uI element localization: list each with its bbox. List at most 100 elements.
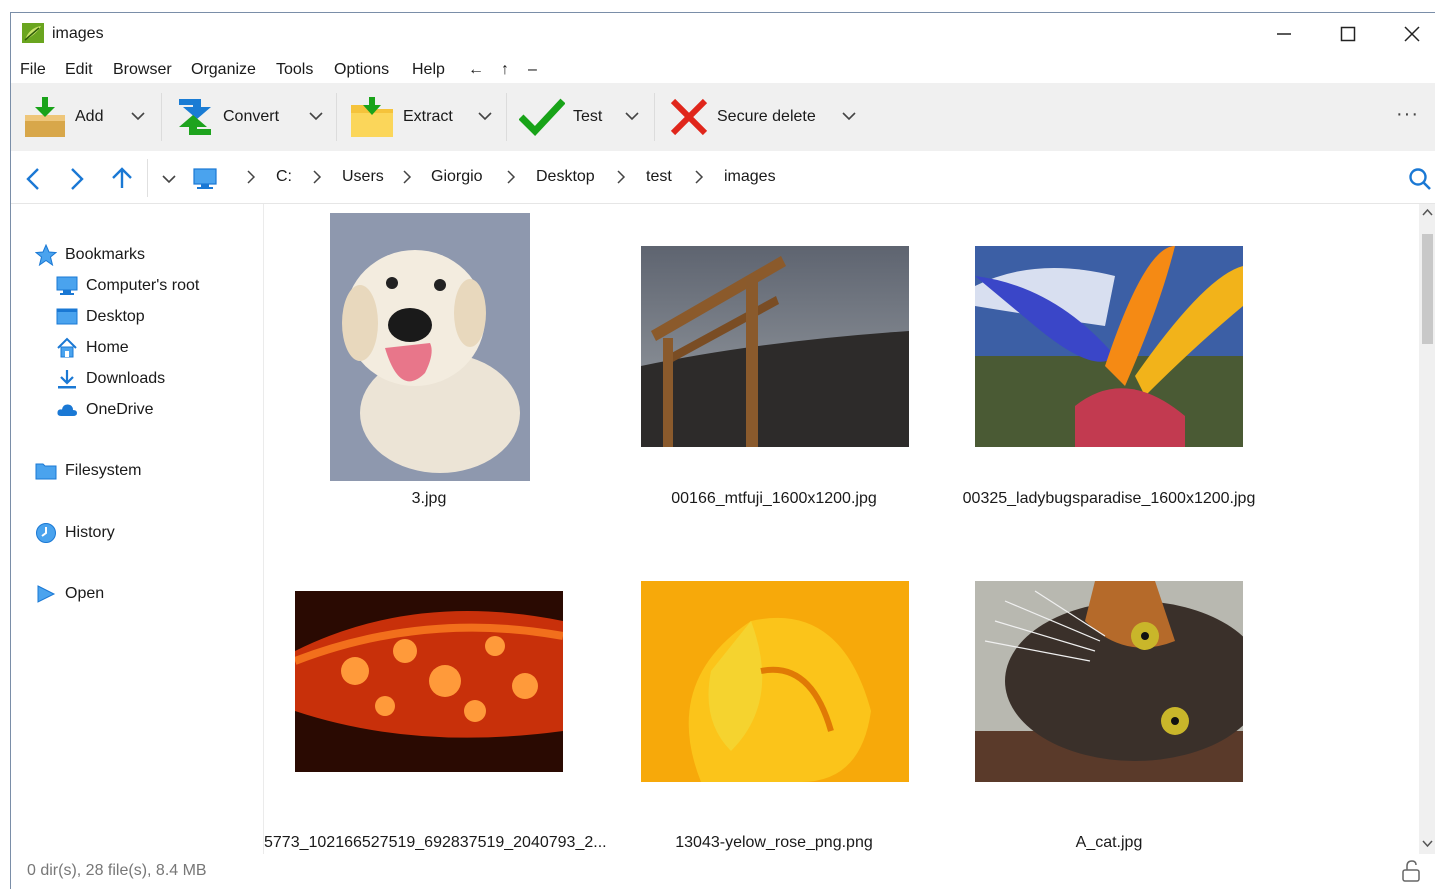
app-window: images File Edit Browser Organize Tools …	[10, 12, 1435, 890]
breadcrumb-item[interactable]: test	[646, 168, 672, 186]
extract-button[interactable]: Extract	[349, 83, 453, 151]
toolbar-separator	[161, 93, 162, 141]
thumbnail-image	[641, 581, 909, 782]
window-title: images	[52, 25, 104, 42]
menu-dash[interactable]: –	[528, 61, 537, 79]
breadcrumb-item[interactable]: images	[724, 168, 776, 186]
add-dropdown-icon[interactable]	[131, 111, 145, 121]
app-logo-icon	[22, 23, 44, 43]
vertical-scrollbar[interactable]	[1419, 204, 1435, 854]
file-name: 13043-yelow_rose_png.png	[675, 834, 873, 851]
toolbar-separator	[506, 93, 507, 141]
thumbnail-image	[330, 213, 530, 481]
more-options-button[interactable]: ···	[1396, 103, 1419, 126]
breadcrumb-separator-icon	[507, 170, 516, 184]
add-button[interactable]: Add	[23, 83, 103, 151]
scroll-up-icon[interactable]	[1422, 208, 1433, 216]
extract-label: Extract	[403, 108, 453, 125]
sidebar-label: Bookmarks	[65, 246, 146, 263]
back-arrow-icon[interactable]	[25, 167, 41, 191]
minimize-icon	[1277, 33, 1291, 35]
computer-icon[interactable]	[192, 167, 218, 191]
minimize-button[interactable]	[1252, 13, 1316, 55]
menu-edit[interactable]: Edit	[65, 61, 93, 79]
menu-back-arrow[interactable]: ←	[468, 61, 484, 79]
status-bar: 0 dir(s), 28 file(s), 8.4 MB	[11, 854, 1435, 890]
sidebar-label: OneDrive	[86, 401, 154, 418]
cloud-icon	[57, 404, 77, 416]
menu-organize[interactable]: Organize	[191, 61, 256, 79]
menu-up-arrow[interactable]: ↑	[501, 61, 509, 79]
history-dropdown-icon[interactable]	[162, 174, 176, 184]
menu-help[interactable]: Help	[412, 61, 445, 79]
delete-x-icon	[670, 98, 708, 136]
maximize-icon	[1340, 26, 1356, 42]
toolbar-separator	[654, 93, 655, 141]
breadcrumb-item[interactable]: C:	[276, 168, 292, 186]
clock-icon	[36, 523, 56, 543]
menu-file[interactable]: File	[20, 61, 46, 79]
thumbnail-image	[295, 591, 563, 772]
extract-dropdown-icon[interactable]	[478, 111, 492, 121]
sidebar-item-downloads[interactable]: Downloads	[56, 368, 165, 390]
computer-icon	[56, 276, 78, 295]
file-name: 00166_mtfuji_1600x1200.jpg	[671, 490, 877, 507]
sidebar-label: Open	[65, 585, 105, 602]
secure-delete-label: Secure delete	[717, 108, 816, 125]
address-bar: C: Users Giorgio Desktop test images	[11, 153, 1435, 204]
test-button[interactable]: Test	[519, 83, 602, 151]
sidebar-item-onedrive[interactable]: OneDrive	[56, 399, 154, 421]
sidebar-label: Desktop	[86, 308, 145, 325]
search-icon[interactable]	[1408, 167, 1432, 191]
menu-browser[interactable]: Browser	[113, 61, 172, 79]
sidebar-bookmarks[interactable]: Bookmarks	[35, 244, 145, 266]
file-grid: 3.jpg 00166_mtfuji_1600x1200.jpg 00325_l…	[264, 204, 1419, 854]
sidebar-item-home[interactable]: Home	[56, 337, 129, 359]
convert-label: Convert	[223, 108, 280, 125]
desktop-icon	[56, 308, 78, 325]
unlocked-padlock-icon[interactable]	[1401, 860, 1421, 882]
breadcrumb-separator-icon	[313, 170, 322, 184]
breadcrumb-separator-icon	[695, 170, 704, 184]
toolbar-separator	[336, 93, 337, 141]
convert-button[interactable]: Convert	[175, 83, 279, 151]
secure-delete-button[interactable]: Secure delete	[669, 83, 816, 151]
scroll-thumb[interactable]	[1422, 234, 1433, 344]
sidebar-filesystem[interactable]: Filesystem	[35, 460, 141, 482]
download-icon	[58, 370, 76, 389]
title-bar: images	[11, 13, 1435, 55]
convert-dropdown-icon[interactable]	[309, 111, 323, 121]
file-name: 5773_102166527519_692837519_2040793_2...	[264, 834, 607, 851]
sidebar-label: History	[65, 524, 115, 541]
breadcrumb-separator-icon	[247, 170, 256, 184]
breadcrumb-item[interactable]: Desktop	[536, 168, 595, 186]
sidebar-label: Computer's root	[86, 277, 200, 294]
sidebar-history[interactable]: History	[35, 522, 115, 544]
secure-delete-dropdown-icon[interactable]	[842, 111, 856, 121]
maximize-button[interactable]	[1316, 13, 1380, 55]
sidebar: Bookmarks Computer's root Desktop Home D…	[11, 204, 264, 854]
sidebar-item-computers-root[interactable]: Computer's root	[56, 275, 199, 297]
sidebar-label: Downloads	[86, 370, 166, 387]
menu-bar: File Edit Browser Organize Tools Options…	[11, 57, 1435, 83]
menu-tools[interactable]: Tools	[276, 61, 313, 79]
close-button[interactable]	[1380, 13, 1435, 55]
sidebar-label: Filesystem	[65, 462, 142, 479]
sidebar-open[interactable]: Open	[35, 583, 104, 605]
add-label: Add	[75, 108, 104, 125]
menu-options[interactable]: Options	[334, 61, 389, 79]
breadcrumb-separator-icon	[617, 170, 626, 184]
forward-arrow-icon[interactable]	[69, 167, 85, 191]
file-name: 00325_ladybugsparadise_1600x1200.jpg	[962, 490, 1256, 507]
sidebar-item-desktop[interactable]: Desktop	[56, 306, 145, 328]
folder-icon	[35, 463, 57, 480]
home-icon	[57, 337, 77, 358]
test-dropdown-icon[interactable]	[625, 111, 639, 121]
test-checkmark-icon	[519, 98, 565, 137]
breadcrumb-item[interactable]: Giorgio	[431, 168, 483, 186]
scroll-down-icon[interactable]	[1422, 840, 1433, 848]
breadcrumb-item[interactable]: Users	[342, 168, 384, 186]
up-arrow-icon[interactable]	[111, 166, 133, 190]
test-label: Test	[573, 108, 603, 125]
star-icon	[35, 244, 57, 266]
